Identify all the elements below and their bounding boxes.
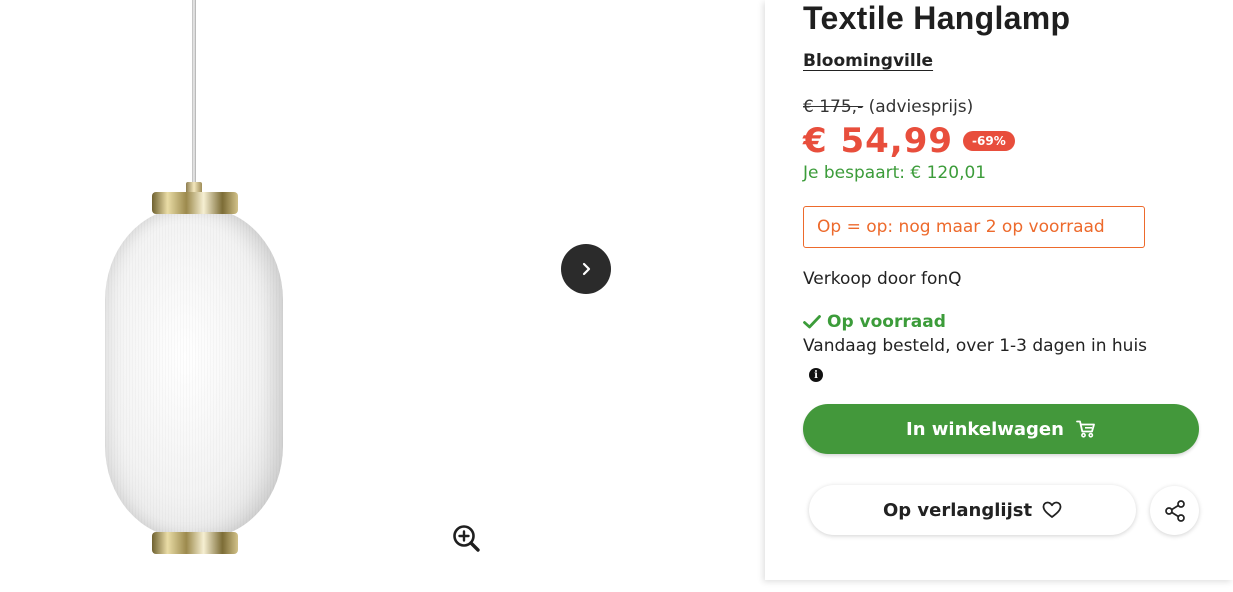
lamp-shade [105, 208, 283, 538]
lamp-ring-bottom [152, 532, 238, 554]
old-price-row: € 175,- (adviesprijs) [803, 97, 973, 117]
price-row: € 54,99 -69% [803, 121, 1015, 161]
cart-icon [1076, 420, 1095, 438]
savings-text: Je bespaart: € 120,01 [803, 163, 987, 183]
lamp-cord [192, 0, 196, 188]
share-icon [1164, 499, 1185, 522]
info-icon[interactable]: i [809, 368, 823, 382]
seller-text: Verkoop door fonQ [803, 269, 962, 289]
wishlist-button-label: Op verlanglijst [882, 499, 1033, 521]
zoom-in-icon [453, 525, 480, 552]
chevron-right-icon [582, 262, 591, 276]
zoom-button[interactable] [450, 522, 482, 554]
stock-warning-text: Op = op: nog maar 2 op voorraad [817, 217, 1105, 237]
heart-icon [1042, 501, 1062, 518]
next-image-button[interactable] [561, 244, 611, 294]
share-button[interactable] [1150, 486, 1199, 535]
wishlist-button[interactable]: Op verlanglijst [809, 485, 1136, 535]
stock-status-text: Op voorraad [827, 312, 946, 332]
lamp-ring-top [152, 192, 238, 214]
product-gallery [0, 0, 765, 592]
cart-button-label: In winkelwagen [906, 418, 1064, 440]
stock-warning: Op = op: nog maar 2 op voorraad [803, 206, 1145, 248]
old-price: € 175,- [803, 97, 864, 117]
old-price-note: (adviesprijs) [868, 97, 974, 117]
delivery-text: Vandaag besteld, over 1-3 dagen in huis [803, 336, 1148, 356]
brand-link[interactable]: Bloomingville [803, 51, 933, 71]
add-to-cart-button[interactable]: In winkelwagen [803, 404, 1199, 454]
discount-badge: -69% [963, 131, 1015, 151]
check-icon [803, 315, 821, 329]
stock-status: Op voorraad [803, 312, 946, 332]
product-info-panel: Textile Hanglamp Bloomingville € 175,- (… [765, 0, 1233, 580]
current-price: € 54,99 [803, 121, 954, 161]
product-image[interactable] [100, 0, 290, 560]
product-title: Textile Hanglamp [803, 0, 1071, 36]
